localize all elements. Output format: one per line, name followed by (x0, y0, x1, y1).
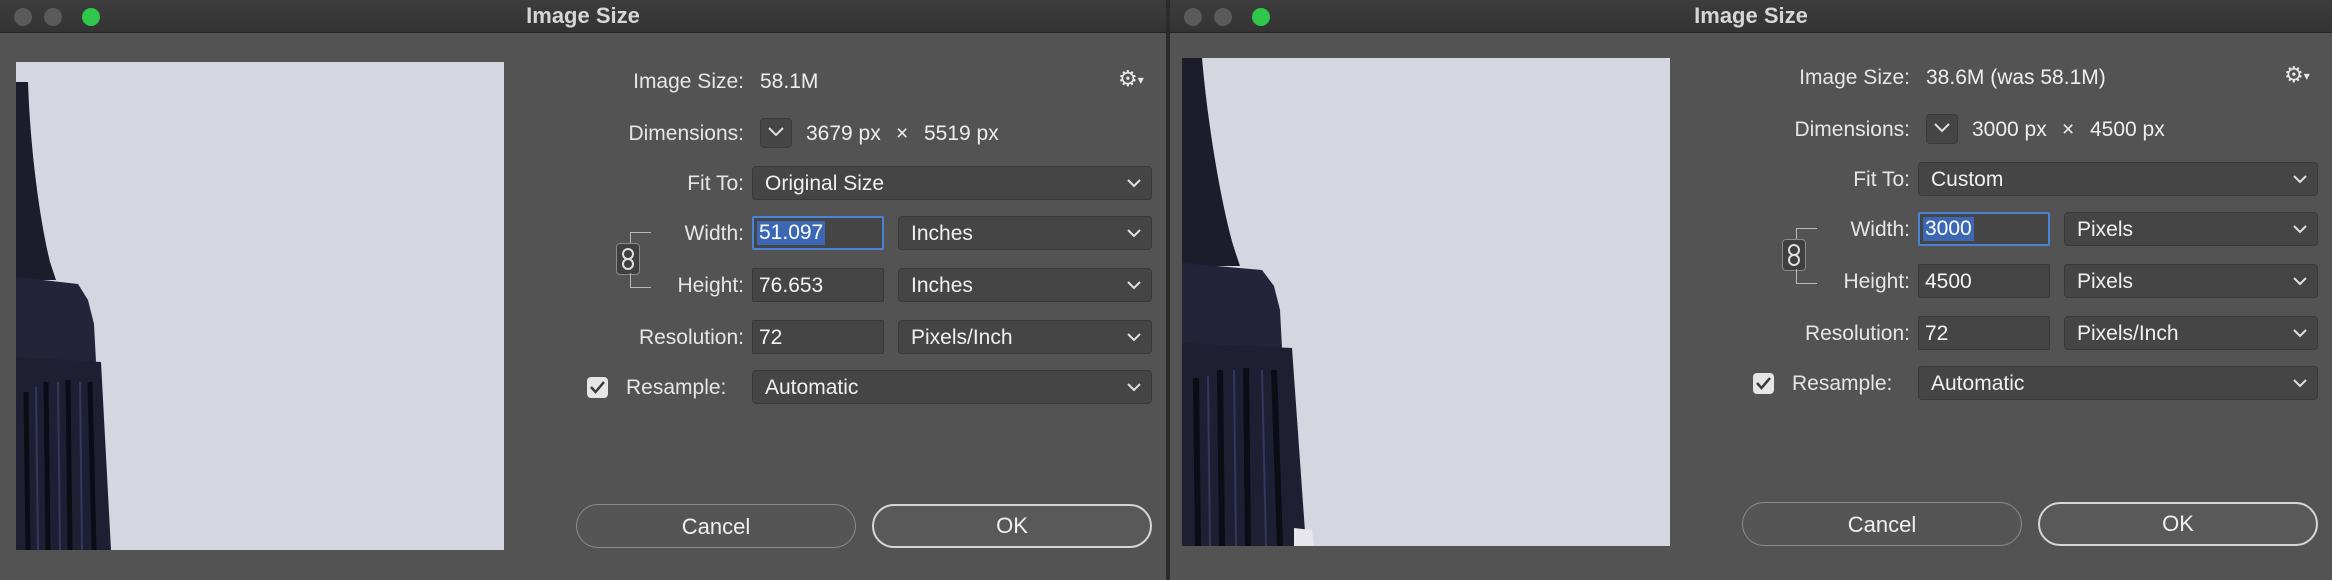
dimensions-times: × (896, 122, 909, 145)
resolution-value: 72 (759, 326, 783, 349)
resolution-unit-select[interactable]: Pixels/Inch (2064, 316, 2318, 350)
resolution-input[interactable]: 72 (752, 320, 884, 354)
resample-select[interactable]: Automatic (1918, 366, 2318, 400)
link-icon[interactable] (1782, 239, 1806, 271)
width-input[interactable]: 3000 (1918, 212, 2050, 246)
dialog-title: Image Size (526, 3, 640, 28)
resample-select[interactable]: Automatic (752, 370, 1152, 404)
resample-label: Resample: (626, 376, 727, 399)
width-label: Width: (684, 222, 744, 245)
resample-label: Resample: (1792, 372, 1893, 395)
image-size-value: 38.6M (was 58.1M) (1926, 66, 2106, 89)
resample-checkbox[interactable] (1753, 373, 1774, 394)
chevron-down-icon (1934, 123, 1950, 133)
image-size-dialog-right: Image Size Image Size: 38.6M (was 58.1M)… (1170, 0, 2332, 580)
height-unit-select[interactable]: Pixels (2064, 264, 2318, 298)
ok-button[interactable]: OK (2038, 502, 2318, 546)
dimensions-label: Dimensions: (628, 122, 744, 145)
image-preview[interactable] (1182, 58, 1670, 546)
resolution-label: Resolution: (1804, 322, 1910, 345)
dimensions-height: 5519 px (924, 122, 999, 145)
width-unit-value: Inches (911, 222, 973, 245)
resample-value: Automatic (1931, 372, 2025, 395)
dialog-title: Image Size (1694, 3, 1808, 28)
resolution-value: 72 (1925, 322, 1949, 345)
fit-to-select[interactable]: Original Size (752, 166, 1152, 200)
chevron-down-icon (1127, 383, 1141, 392)
title-bar: Image Size (1170, 0, 2332, 33)
chevron-down-icon (1127, 229, 1141, 238)
height-label: Height: (1843, 270, 1910, 293)
width-unit-select[interactable]: Inches (898, 216, 1152, 250)
height-unit-value: Inches (911, 274, 973, 297)
cancel-button[interactable]: Cancel (576, 504, 856, 548)
link-icon[interactable] (616, 243, 640, 275)
chevron-down-icon (2293, 379, 2307, 388)
gear-icon[interactable]: ⚙▾ (2284, 62, 2310, 88)
width-input[interactable]: 51.097 (752, 216, 884, 250)
chevron-down-icon (768, 127, 784, 137)
resolution-input[interactable]: 72 (1918, 316, 2050, 350)
image-size-value: 58.1M (760, 70, 819, 93)
resample-checkbox[interactable] (587, 377, 608, 398)
chevron-down-icon (1127, 179, 1141, 188)
height-unit-select[interactable]: Inches (898, 268, 1152, 302)
width-unit-value: Pixels (2077, 218, 2134, 241)
dimensions-unit-dropdown[interactable] (1926, 114, 1958, 144)
resolution-unit-value: Pixels/Inch (2077, 322, 2179, 345)
dimensions-unit-dropdown[interactable] (760, 118, 792, 148)
image-size-label: Image Size: (633, 70, 744, 93)
height-label: Height: (677, 274, 744, 297)
image-size-dialog-left: Image Size Image Size: 58.1M ⚙▾ Dimensio… (0, 0, 1166, 580)
cancel-button[interactable]: Cancel (1742, 502, 2022, 546)
width-value: 51.097 (757, 221, 826, 245)
height-input[interactable]: 4500 (1918, 264, 2050, 298)
checkmark-icon (590, 381, 605, 394)
height-value: 76.653 (759, 274, 824, 297)
title-bar: Image Size (0, 0, 1166, 33)
chevron-down-icon (2293, 329, 2307, 338)
fit-to-label: Fit To: (1853, 168, 1910, 191)
fit-to-value: Original Size (765, 172, 885, 195)
image-preview[interactable] (16, 62, 504, 550)
height-unit-value: Pixels (2077, 270, 2134, 293)
height-input[interactable]: 76.653 (752, 268, 884, 302)
fit-to-label: Fit To: (687, 172, 744, 195)
fit-to-select[interactable]: Custom (1918, 162, 2318, 196)
resolution-unit-select[interactable]: Pixels/Inch (898, 320, 1152, 354)
dimensions-times: × (2062, 118, 2075, 141)
width-label: Width: (1850, 218, 1910, 241)
dimensions-height: 4500 px (2090, 118, 2165, 141)
chevron-down-icon (2293, 175, 2307, 184)
width-unit-select[interactable]: Pixels (2064, 212, 2318, 246)
gear-icon[interactable]: ⚙▾ (1118, 66, 1144, 92)
chevron-down-icon (2293, 225, 2307, 234)
chevron-down-icon (2293, 277, 2307, 286)
dimensions-label: Dimensions: (1794, 118, 1910, 141)
dimensions-width: 3000 px (1972, 118, 2047, 141)
resample-value: Automatic (765, 376, 859, 399)
chevron-down-icon (1127, 281, 1141, 290)
resolution-unit-value: Pixels/Inch (911, 326, 1013, 349)
chevron-down-icon (1127, 333, 1141, 342)
checkmark-icon (1756, 377, 1771, 390)
height-value: 4500 (1925, 270, 1972, 293)
dimensions-width: 3679 px (806, 122, 881, 145)
fit-to-value: Custom (1931, 168, 2004, 191)
ok-button[interactable]: OK (872, 504, 1152, 548)
width-value: 3000 (1923, 217, 1974, 241)
image-size-label: Image Size: (1799, 66, 1910, 89)
resolution-label: Resolution: (638, 326, 744, 349)
